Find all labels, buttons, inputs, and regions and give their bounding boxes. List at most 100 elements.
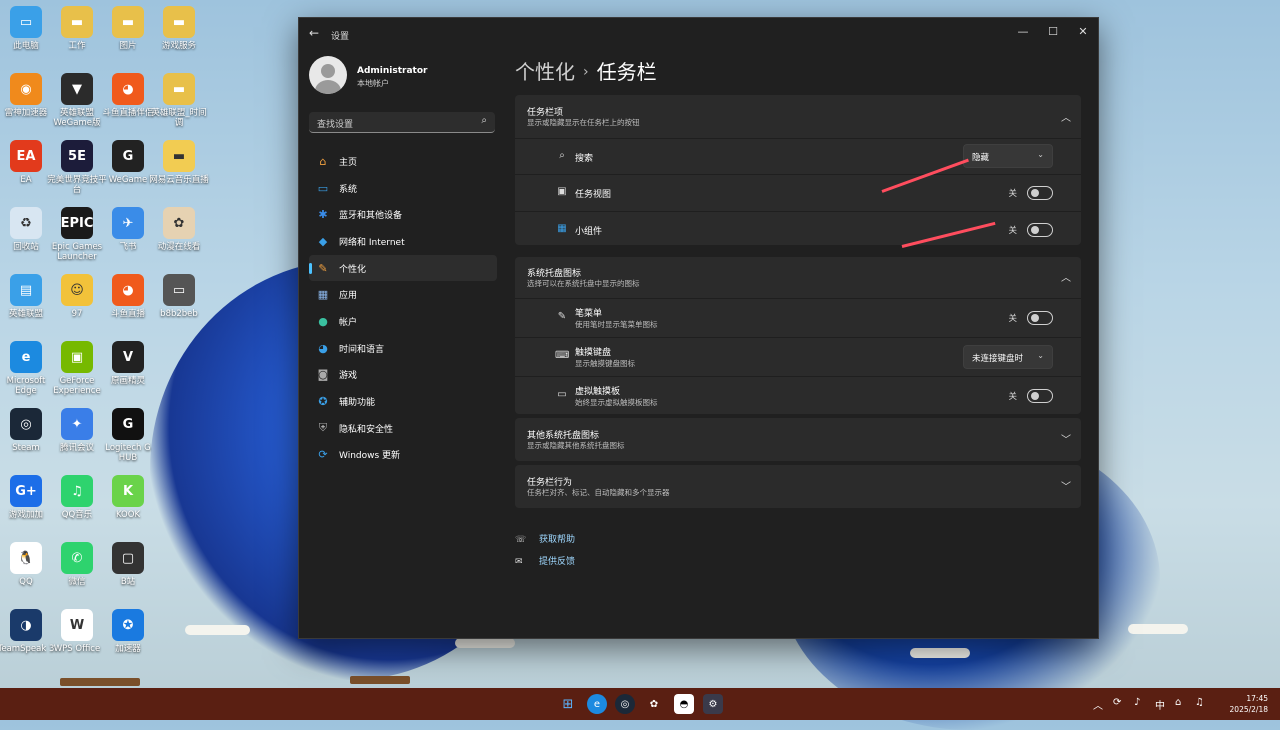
chevron-down-icon[interactable]: ﹀ [1061,478,1071,493]
taskbar-items-section: 任务栏项 显示或隐藏显示在任务栏上的按钮 ︿ ⌕ 搜索 隐藏 ⌄ ▣ 任务视图 … [515,95,1081,245]
desktop-icon[interactable]: K KOOK [98,475,158,520]
get-help-link[interactable]: ☏ 获取帮助 [515,532,575,545]
section-subtitle: 显示或隐藏显示在任务栏上的按钮 [527,118,640,127]
sidebar-item[interactable]: ● 帐户 [309,308,497,335]
wallpaper-cloud [185,625,250,635]
sidebar-nav: ⌂ 主页 ▭ 系统 ✱ 蓝牙和其他设备 ◆ 网络和 Internet ✎ 个性化 ▦ 应用 ● 帐户 ◕ 时间… [309,148,497,468]
network-icon[interactable]: ⌂ [1175,697,1181,708]
app-icon: ◑ [10,609,42,641]
app-icon: EPIC [61,207,93,239]
touchpad-icon: ▭ [557,389,567,400]
sidebar-item[interactable]: ◆ 网络和 Internet [309,228,497,255]
nav-icon: ◙ [317,368,329,382]
row-subtitle: 显示触摸键盘图标 [575,359,635,368]
section-subtitle: 显示或隐藏其他系统托盘图标 [527,441,625,450]
sidebar-item[interactable]: ✱ 蓝牙和其他设备 [309,201,497,228]
app-icon: ▣ [61,341,93,373]
avatar[interactable] [309,56,347,94]
sidebar-item[interactable]: ◙ 游戏 [309,362,497,389]
wallpaper-cloud [1128,624,1188,634]
desktop-icon[interactable]: ✪ 加速器 [98,609,158,654]
desktop-icon[interactable]: G Logitech G HUB [98,408,158,463]
sidebar-item[interactable]: ✪ 辅助功能 [309,388,497,415]
qq-icon[interactable]: ◓ [674,694,694,714]
touchpad-toggle[interactable] [1027,389,1053,403]
account-type: 本地帐户 [357,79,389,88]
microphone-icon[interactable]: ♪ [1134,697,1140,708]
search-input[interactable]: 查找设置 ⌕ [309,112,495,133]
touchpad-row: ▭ 虚拟触摸板 始终显示虚拟触摸板图标 关 [515,376,1081,415]
app-icon: W [61,609,93,641]
edge-icon[interactable]: e [587,694,607,714]
task-view-toggle[interactable] [1027,186,1053,200]
app-icon: ◎ [10,408,42,440]
pen-menu-toggle[interactable] [1027,311,1053,325]
desktop-icon[interactable]: ✿ 动漫在线看 [149,207,209,252]
start-icon[interactable]: ⊞ [558,694,578,714]
pen-icon: ✎ [557,311,567,322]
desktop-icon[interactable]: ▬ 网易云音乐直播 [149,140,209,185]
app-icon: ▤ [10,274,42,306]
chevron-up-icon[interactable]: ︿ [1061,109,1071,124]
task-view-icon: ▣ [557,186,567,197]
desktop-icon[interactable]: V 原画精灵 [98,341,158,386]
search-placeholder: 查找设置 [317,120,354,130]
tray-app-icon[interactable]: ⟳ [1113,697,1121,708]
nav-icon: ◆ [318,234,328,248]
chevron-up-icon[interactable]: ︿ [1093,697,1103,712]
input-method-label[interactable]: 中 [1155,697,1165,712]
clock[interactable]: 17:45 2025/2/18 [1230,693,1268,715]
app-icon: K [112,475,144,507]
search-icon[interactable]: ⌕ [481,115,487,126]
sidebar-item-label: 主页 [339,157,358,168]
maximize-button[interactable]: ☐ [1038,22,1068,42]
chevron-down-icon[interactable]: ﹀ [1061,431,1071,446]
taskbar-behaviors-section[interactable]: 任务栏行为 任务栏对齐、标记、自动隐藏和多个显示器 ﹀ [515,465,1081,508]
steam-icon[interactable]: ◎ [615,694,635,714]
row-label: 笔菜单 [575,309,603,319]
desktop-icon[interactable]: ▬ 英雄联盟_时间调 [149,73,209,128]
desktop-icon-label: 游戏服务 [161,41,196,51]
other-tray-icons-section[interactable]: 其他系统托盘图标 显示或隐藏其他系统托盘图标 ﹀ [515,418,1081,461]
row-label: 虚拟触摸板 [575,387,621,397]
desktop-icon[interactable]: ▬ 游戏服务 [149,6,209,51]
chevron-up-icon[interactable]: ︿ [1061,269,1071,284]
sidebar-item-label: 帐户 [339,317,358,328]
minimize-button[interactable]: — [1008,22,1038,42]
breadcrumb-parent[interactable]: 个性化 [515,60,575,84]
sidebar-item[interactable]: ◕ 时间和语言 [309,335,497,362]
app-icon[interactable]: ✿ [644,694,664,714]
toggle-state: 关 [1008,189,1017,199]
desktop-icon-label: b8b2beb [160,309,198,319]
sidebar-item[interactable]: ✎ 个性化 [309,254,497,282]
help-icon: ☏ [515,535,527,545]
volume-icon[interactable]: ♫ [1195,697,1204,708]
toggle-state: 关 [1008,226,1017,236]
nav-icon: ⟳ [318,448,328,462]
title-bar[interactable]: ← 设置 — ☐ ✕ [299,18,1098,50]
app-icon: ▢ [112,542,144,574]
widgets-toggle[interactable] [1027,223,1053,237]
row-label: 触摸键盘 [575,348,612,358]
nav-icon: ✎ [318,261,328,275]
give-feedback-link[interactable]: ✉ 提供反馈 [515,554,575,567]
section-header[interactable]: 系统托盘图标 选择可以在系统托盘中显示的图标 ︿ [515,257,1081,298]
touch-keyboard-dropdown[interactable]: 未连接键盘时 ⌄ [963,345,1053,369]
desktop-icon[interactable]: ▭ b8b2beb [149,274,209,319]
sidebar-item[interactable]: ▦ 应用 [309,281,497,308]
wallpaper-cloud [455,638,515,648]
sidebar-item[interactable]: ⛨ 隐私和安全性 [309,415,497,442]
clock-date: 2025/2/18 [1229,705,1268,714]
back-arrow-icon[interactable]: ← [309,26,319,40]
settings-icon[interactable]: ⚙ [703,694,723,714]
toggle-state: 关 [1008,392,1017,402]
section-header[interactable]: 任务栏项 显示或隐藏显示在任务栏上的按钮 ︿ [515,95,1081,138]
nav-icon: ⛨ [318,421,328,435]
desktop-icon[interactable]: ▢ B站 [98,542,158,587]
sidebar-item[interactable]: ▭ 系统 [309,175,497,202]
close-button[interactable]: ✕ [1068,22,1098,42]
sidebar-item[interactable]: ⌂ 主页 [309,148,497,175]
sidebar-item[interactable]: ⟳ Windows 更新 [309,442,497,469]
search-mode-dropdown[interactable]: 隐藏 ⌄ [963,144,1053,168]
desktop-icon-label: 网易云音乐直播 [149,175,209,185]
